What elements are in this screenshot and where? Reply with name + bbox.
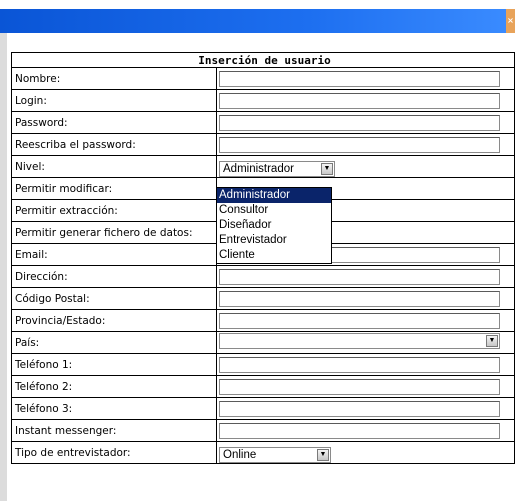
password-input[interactable] [219,114,500,131]
dropdown-option-entrevistador[interactable]: Entrevistador [217,233,331,248]
form-header-row: Inserción de usuario [10,52,515,68]
nivel-dropdown-list: Administrador Consultor Diseñador Entrev… [216,187,332,264]
login-input[interactable] [219,92,500,109]
form-row-telefono-2: Teléfono 2: [11,375,515,398]
direccion-input[interactable] [219,268,500,285]
dropdown-option-disenador[interactable]: Diseñador [217,218,331,233]
field-label: País: [11,331,217,354]
telefono-2-input[interactable] [219,378,500,395]
form-row-instant-messenger: Instant messenger: [11,419,515,442]
form-title: Inserción de usuario [10,52,515,68]
dropdown-option-consultor[interactable]: Consultor [217,203,331,218]
telefono-3-input[interactable] [219,400,500,417]
form-row-nombre: Nombre: [11,67,515,90]
chevron-down-icon[interactable]: ▼ [486,334,498,347]
form-row-pais: País: ▼ [11,331,515,354]
tipo-entrevistador-select[interactable]: Online ▼ [219,446,331,463]
form-row-nivel: Nivel: Administrador ▼ [11,155,515,178]
form-row-login: Login: [11,89,515,112]
chevron-down-icon[interactable]: ▼ [321,162,333,175]
form-row-tipo-entrevistador: Tipo de entrevistador: Online ▼ [11,441,515,464]
telefono-1-input[interactable] [219,356,500,373]
field-label: Tipo de entrevistador: [11,441,217,464]
provincia-input[interactable] [219,312,500,329]
dropdown-option-cliente[interactable]: Cliente [217,248,331,263]
field-label: Teléfono 2: [11,375,217,398]
pais-select[interactable]: ▼ [219,332,500,349]
field-label: Dirección: [11,265,217,288]
dropdown-option-administrador[interactable]: Administrador [217,188,331,203]
field-label: Nivel: [11,155,217,178]
field-label: Permitir extracción: [11,199,217,222]
nivel-select-value: Administrador [223,162,294,175]
field-label: Teléfono 1: [11,353,217,376]
window-top-edge [0,0,515,9]
field-label: Teléfono 3: [11,397,217,420]
password-confirm-input[interactable] [219,136,500,153]
chevron-down-icon[interactable]: ▼ [317,448,329,461]
field-label: Password: [11,111,217,134]
nombre-input[interactable] [219,70,500,87]
window-left-border [0,33,7,501]
field-label: Login: [11,89,217,112]
form-row-direccion: Dirección: [11,265,515,288]
field-label: Instant messenger: [11,419,217,442]
tipo-entrevistador-value: Online [223,448,257,461]
form-row-telefono-3: Teléfono 3: [11,397,515,420]
instant-messenger-input[interactable] [219,422,500,439]
field-label: Permitir modificar: [11,177,217,200]
field-label: Email: [11,243,217,266]
form-row-codigo-postal: Código Postal: [11,287,515,310]
field-label: Reescriba el password: [11,133,217,156]
form-row-password-confirm: Reescriba el password: [11,133,515,156]
field-label: Nombre: [11,67,217,90]
window-titlebar[interactable] [0,9,515,33]
form-row-telefono-1: Teléfono 1: [11,353,515,376]
field-label: Provincia/Estado: [11,309,217,332]
close-icon[interactable]: × [506,9,515,33]
form-row-password: Password: [11,111,515,134]
nivel-select[interactable]: Administrador ▼ [219,160,335,177]
form-row-provincia: Provincia/Estado: [11,309,515,332]
field-label: Código Postal: [11,287,217,310]
field-label: Permitir generar fichero de datos: [11,221,217,244]
codigo-postal-input[interactable] [219,290,500,307]
